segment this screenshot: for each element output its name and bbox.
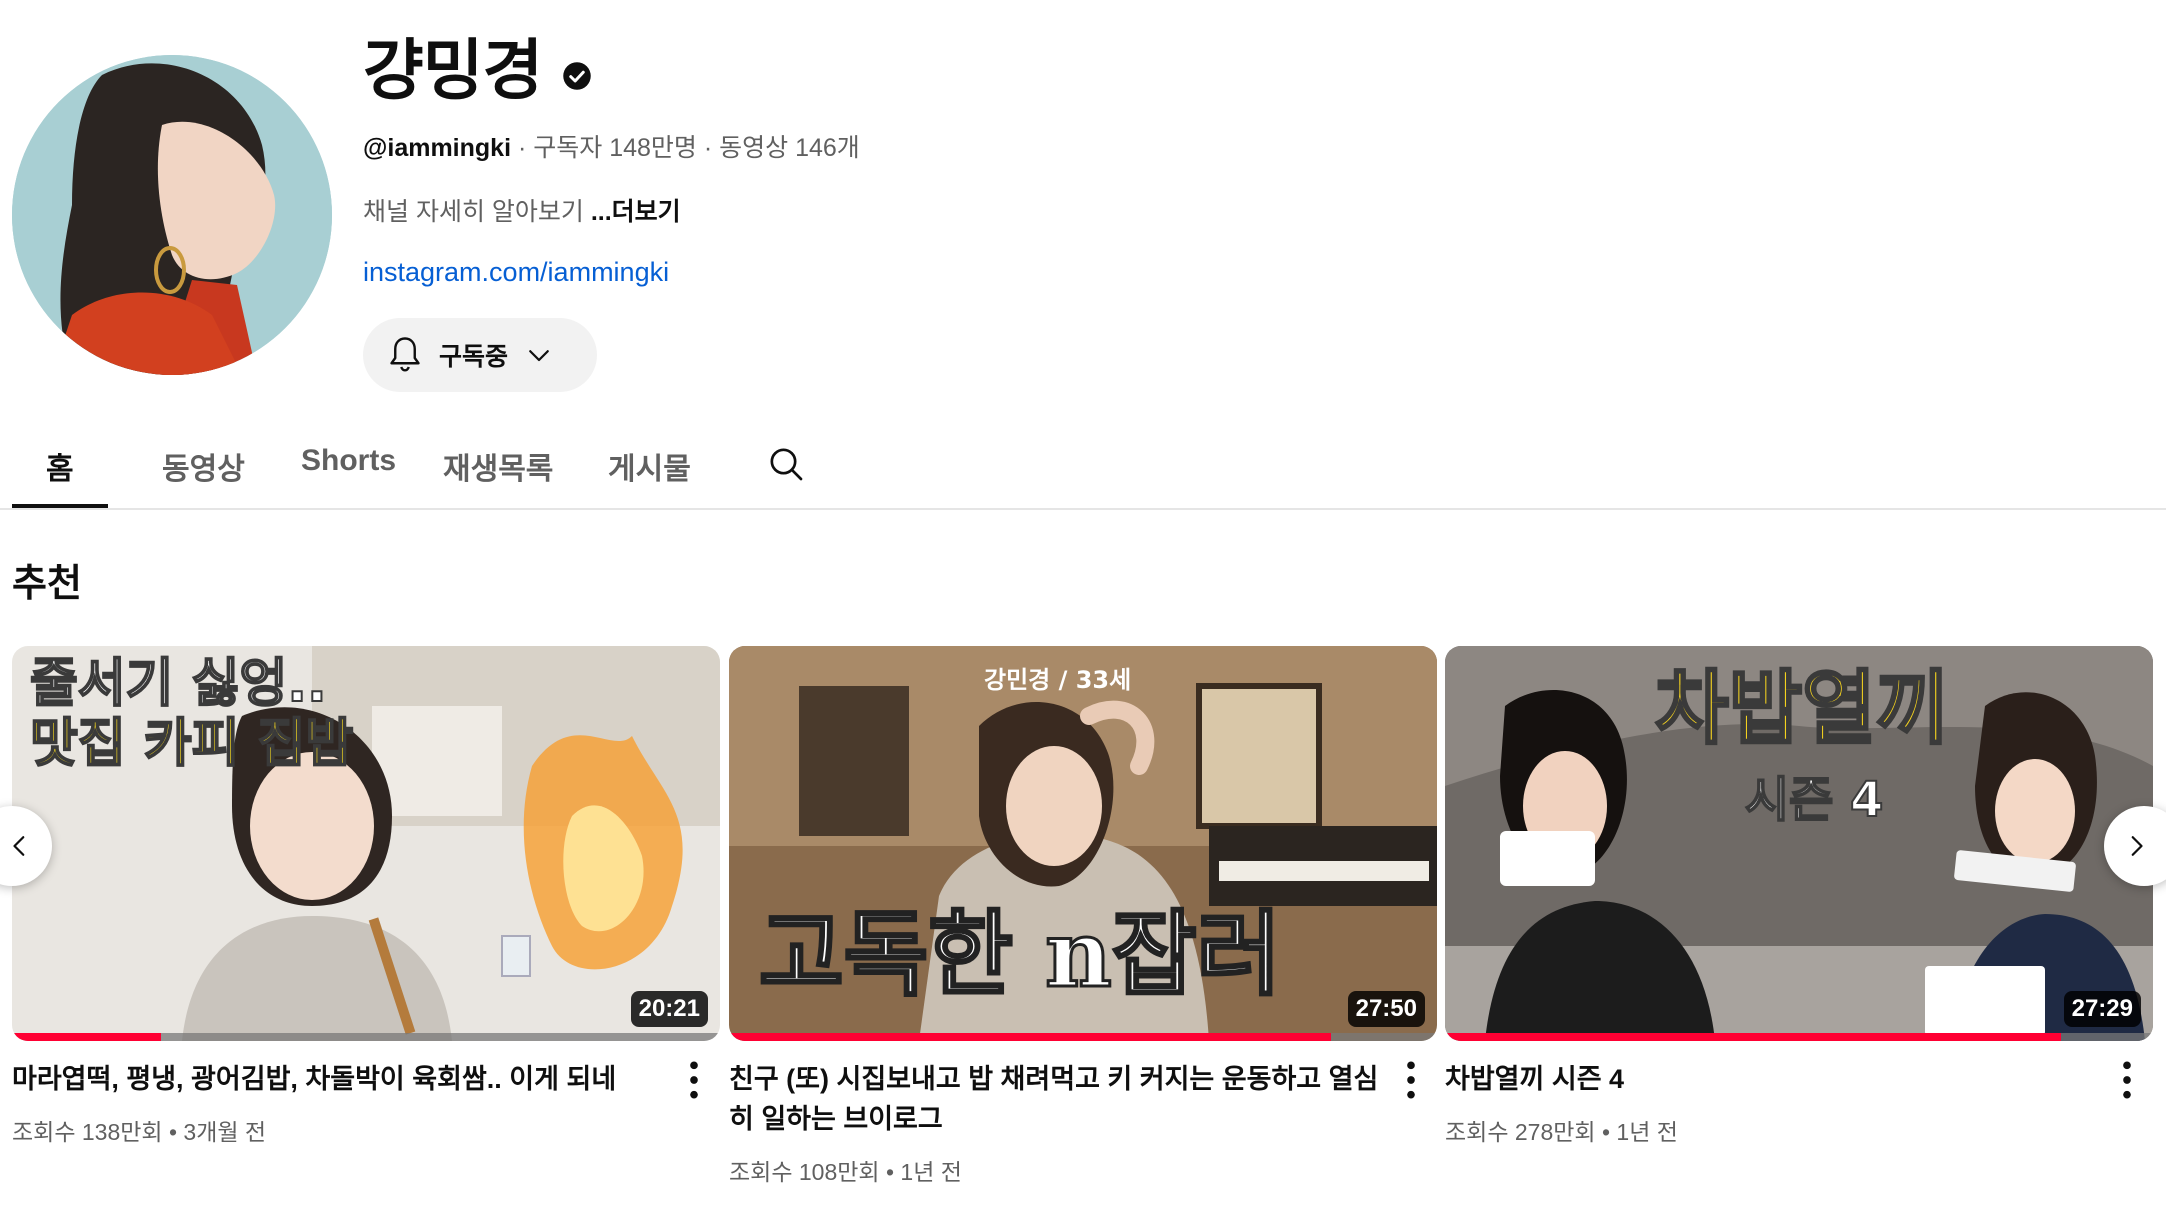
thumbnail-caption: 고독한 n잡러: [759, 900, 1281, 1008]
watch-progress-track: [729, 1033, 1437, 1041]
video-card[interactable]: 차밥열끼 시즌 4 27:29 차밥열끼 시즌 4 조회수 278만회 • 1년…: [1445, 646, 2153, 1147]
more-options-icon[interactable]: [2113, 1058, 2141, 1102]
watch-progress-fill: [1445, 1033, 2061, 1041]
thumbnail-caption: 시즌 4: [1745, 772, 1883, 828]
active-tab-indicator: [12, 504, 108, 508]
video-duration: 27:29: [2063, 991, 2141, 1027]
channel-name: 걍밍경: [363, 33, 543, 107]
video-count: 동영상 146개: [719, 134, 860, 162]
subscriber-count: 구독자 148만명: [533, 134, 697, 162]
subscribed-label: 구독중: [439, 343, 509, 371]
meta-dot: •: [162, 1119, 184, 1145]
upload-age: 1년 전: [1616, 1119, 1678, 1145]
video-title[interactable]: 마라엽떡, 평냉, 광어김밥, 차돌박이 육회쌈.. 이게 되네: [12, 1059, 662, 1099]
channel-page: 걍밍경 @iammingki · 구독자 148만명 · 동영상 146개 채널…: [0, 0, 2166, 1206]
chevron-left-icon: [13, 836, 25, 856]
watch-progress-fill: [729, 1033, 1331, 1041]
video-title[interactable]: 차밥열끼 시즌 4: [1445, 1059, 2095, 1099]
channel-handle: @iammingki: [363, 134, 512, 162]
watch-progress-fill: [12, 1033, 161, 1041]
video-duration: 20:21: [630, 991, 708, 1027]
video-duration: 27:50: [1347, 991, 1425, 1027]
channel-external-link[interactable]: instagram.com/iammingki: [363, 257, 669, 288]
channel-avatar[interactable]: [12, 55, 332, 375]
thumbnail-caption: 맛집 카피 집밥: [30, 714, 353, 774]
description-text: 채널 자세히 알아보기: [363, 198, 591, 226]
view-count: 조회수 108만회: [729, 1159, 880, 1185]
watch-progress-track: [12, 1033, 720, 1041]
upload-age: 3개월 전: [183, 1119, 267, 1145]
thumbnail-image: 줄서기 싫엉.. 맛집 카피 집밥: [12, 646, 720, 1041]
bell-icon: [390, 337, 420, 372]
meta-dot: •: [1595, 1119, 1617, 1145]
video-thumbnail[interactable]: 차밥열끼 시즌 4 27:29: [1445, 646, 2153, 1041]
video-card[interactable]: 줄서기 싫엉.. 맛집 카피 집밥 20:21 마라엽떡, 평냉, 광어김밥, …: [12, 646, 720, 1147]
tab-videos[interactable]: 동영상: [162, 444, 245, 488]
channel-title-row: 걍밍경: [363, 28, 592, 112]
video-title[interactable]: 친구 (또) 시집보내고 밥 채려먹고 키 커지는 운동하고 열심히 일하는 브…: [729, 1059, 1379, 1139]
section-title: 추천: [12, 563, 82, 605]
tab-playlists[interactable]: 재생목록: [443, 444, 553, 488]
tab-shorts[interactable]: Shorts: [301, 444, 396, 478]
video-meta: 조회수 108만회 • 1년 전: [729, 1153, 1437, 1187]
view-count: 조회수 278만회: [1445, 1119, 1596, 1145]
meta-separator: ·: [696, 134, 720, 162]
video-meta: 조회수 278만회 • 1년 전: [1445, 1113, 2153, 1147]
verified-badge-icon: [563, 62, 591, 90]
more-options-icon[interactable]: [1397, 1058, 1425, 1102]
video-card[interactable]: 강민경 / 33세 고독한 n잡러 27:50 친구 (또) 시집보내고 밥 채…: [729, 646, 1437, 1187]
avatar-image: [12, 55, 332, 375]
search-icon[interactable]: [766, 444, 806, 484]
channel-tabs: 홈 동영상 Shorts 재생목록 게시물: [0, 430, 2166, 510]
subscribed-button[interactable]: 구독중: [363, 318, 597, 392]
channel-description[interactable]: 채널 자세히 알아보기 ...더보기: [363, 192, 681, 228]
video-meta: 조회수 138만회 • 3개월 전: [12, 1113, 720, 1147]
channel-meta: @iammingki · 구독자 148만명 · 동영상 146개: [363, 128, 860, 164]
tab-posts[interactable]: 게시물: [608, 444, 691, 488]
thumbnail-image: 강민경 / 33세 고독한 n잡러: [729, 646, 1437, 1041]
thumbnail-image: 차밥열끼 시즌 4: [1445, 646, 2153, 1041]
thumbnail-caption: 강민경 / 33세: [984, 666, 1131, 694]
meta-dot: •: [879, 1159, 901, 1185]
video-thumbnail[interactable]: 강민경 / 33세 고독한 n잡러 27:50: [729, 646, 1437, 1041]
upload-age: 1년 전: [900, 1159, 962, 1185]
thumbnail-caption: 줄서기 싫엉..: [30, 654, 327, 714]
tab-home[interactable]: 홈: [46, 444, 74, 488]
watch-progress-track: [1445, 1033, 2153, 1041]
chevron-right-icon: [2131, 836, 2143, 856]
chevron-down-icon: [529, 350, 549, 362]
video-thumbnail[interactable]: 줄서기 싫엉.. 맛집 카피 집밥 20:21: [12, 646, 720, 1041]
more-link[interactable]: ...더보기: [591, 198, 681, 226]
meta-separator: ·: [511, 134, 534, 162]
thumbnail-caption: 차밥열끼: [1655, 662, 1949, 755]
more-options-icon[interactable]: [680, 1058, 708, 1102]
view-count: 조회수 138만회: [12, 1119, 163, 1145]
